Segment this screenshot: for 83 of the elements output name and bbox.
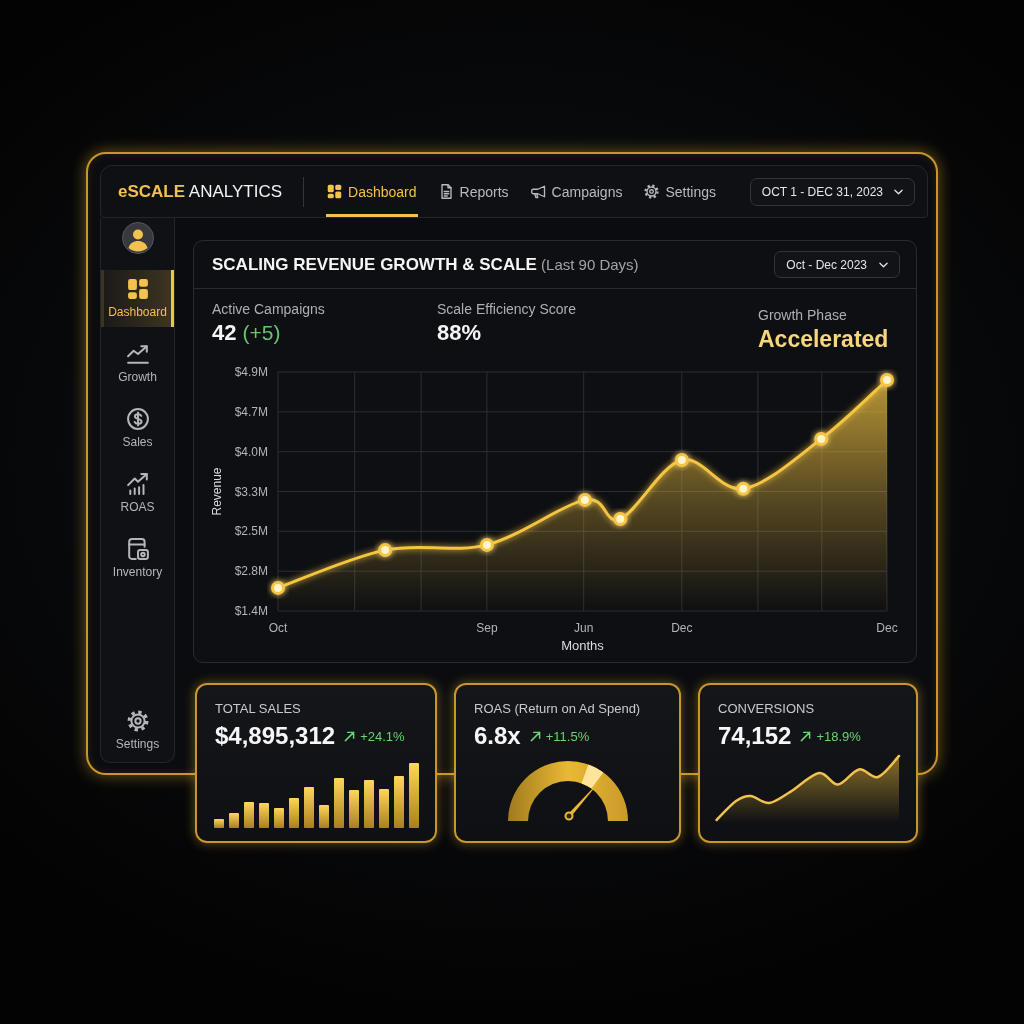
- nav-tab[interactable]: Reports: [437, 166, 510, 217]
- x-axis-label: Oct: [268, 621, 288, 635]
- y-axis-label: $4.9M: [234, 365, 268, 379]
- sidebar-item[interactable]: Growth: [101, 335, 174, 392]
- nav-tab[interactable]: Campaigns: [529, 166, 624, 217]
- sales-bar: [274, 808, 284, 828]
- y-axis-label: $3.3M: [234, 484, 268, 499]
- sales-bar: [289, 798, 299, 828]
- sales-bar: [244, 802, 254, 828]
- stat-value: Accelerated: [758, 326, 889, 353]
- card-value: 6.8x: [474, 722, 521, 750]
- sidebar-item[interactable]: Settings: [101, 702, 174, 759]
- trend-up-icon: [800, 730, 812, 742]
- data-point: [880, 373, 894, 387]
- sales-bar: [304, 787, 314, 828]
- document-icon: [438, 184, 454, 199]
- nav-tab[interactable]: Settings: [643, 166, 718, 217]
- change-value: +24.1%: [360, 728, 405, 744]
- trend-chart-icon: [126, 343, 149, 365]
- avatar-icon[interactable]: [121, 222, 154, 254]
- data-point: [613, 512, 628, 526]
- nav-tab[interactable]: Dashboard: [326, 166, 418, 217]
- sidebar-item[interactable]: ROAS: [101, 465, 174, 522]
- y-axis-label: $4.0M: [234, 444, 268, 459]
- dollar-circle-icon: [126, 408, 149, 430]
- dashboard-grid-icon: [126, 278, 149, 300]
- card-title: ROAS (Return on Ad Spend): [474, 701, 641, 717]
- panel-title: SCALING REVENUE GROWTH & SCALE (Last 90 Days): [212, 254, 639, 275]
- x-axis-label: Dec: [876, 621, 898, 635]
- dashboard-grid-icon: [327, 184, 343, 199]
- card-value: $4,895,312: [215, 722, 336, 750]
- stat-label: Scale Efficiency Score: [437, 301, 577, 317]
- sales-bar: [319, 805, 329, 828]
- stat-delta: (+5): [242, 321, 281, 345]
- chevron-down-icon: [879, 261, 888, 268]
- megaphone-icon: [530, 184, 546, 199]
- sales-bar: [349, 790, 359, 828]
- sales-bar: [394, 776, 404, 828]
- card-title: CONVERSIONS: [718, 701, 815, 717]
- axis-title: Revenue: [210, 467, 224, 516]
- box-icon: [126, 538, 149, 560]
- x-axis-label: Jun: [574, 621, 594, 635]
- data-point: [271, 580, 285, 595]
- sidebar-item[interactable]: Sales: [101, 400, 174, 457]
- sales-bar: [364, 780, 374, 828]
- settings-icon: [644, 184, 660, 199]
- stat-value: 42: [212, 320, 237, 346]
- card-title: TOTAL SALES: [215, 701, 301, 717]
- data-point: [479, 537, 494, 552]
- data-point: [736, 481, 751, 496]
- card-value: 74,152: [718, 722, 792, 750]
- sales-bar: [379, 789, 389, 828]
- sales-bar: [214, 819, 224, 828]
- date-range-picker[interactable]: OCT 1 - DEC 31, 2023: [749, 177, 915, 206]
- change-value: +18.9%: [816, 728, 861, 744]
- change-value: +11.5%: [545, 728, 590, 744]
- data-point: [378, 543, 393, 558]
- trend-up-icon: [529, 730, 541, 742]
- y-axis-label: $1.4M: [234, 604, 268, 618]
- settings-icon: [126, 710, 149, 732]
- data-point: [814, 431, 829, 446]
- stat-label: Growth Phase: [758, 307, 847, 323]
- sales-bar: [259, 803, 269, 828]
- y-axis-label: $2.8M: [234, 564, 268, 579]
- x-axis-label: Dec: [671, 621, 693, 635]
- sales-bar: [229, 813, 239, 828]
- sales-bar: [334, 778, 344, 828]
- app-logo: eSCALE ANALYTICS: [118, 181, 283, 202]
- stat-value: 88%: [437, 320, 482, 346]
- data-point: [674, 453, 689, 467]
- trend-bars-icon: [126, 473, 149, 495]
- sales-bar: [409, 763, 419, 828]
- period-dropdown[interactable]: Oct - Dec 2023: [774, 251, 900, 278]
- sidebar-item[interactable]: Dashboard: [101, 270, 174, 327]
- x-axis-label: Sep: [476, 621, 498, 635]
- sidebar-item[interactable]: Inventory: [101, 530, 174, 587]
- stat-label: Active Campaigns: [212, 301, 325, 317]
- y-axis-label: $2.5M: [234, 524, 268, 539]
- data-point: [577, 492, 592, 507]
- y-axis-label: $4.7M: [234, 404, 268, 419]
- axis-title: Months: [561, 638, 604, 653]
- trend-up-icon: [344, 730, 356, 742]
- chevron-down-icon: [894, 188, 903, 195]
